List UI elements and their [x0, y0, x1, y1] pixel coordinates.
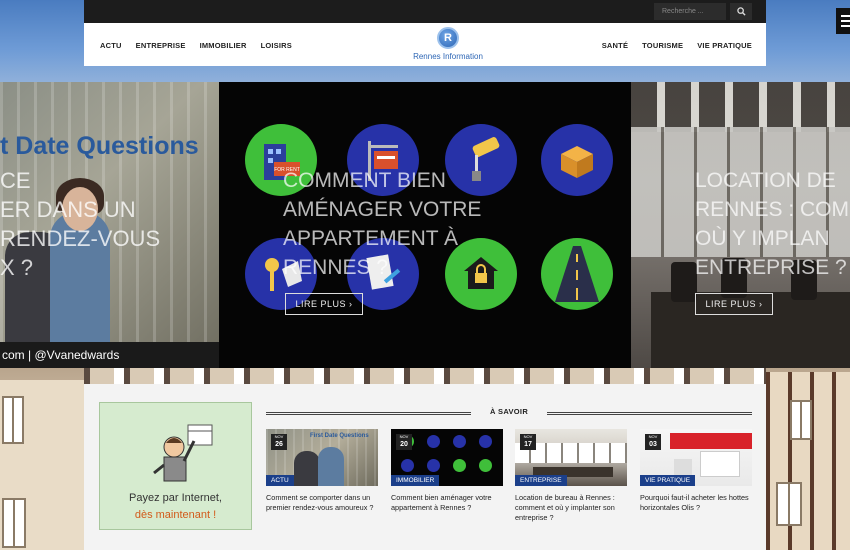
search-input[interactable]: Recherche ... [654, 3, 726, 20]
category-tag[interactable]: ACTU [266, 475, 294, 486]
logo-badge: R [437, 27, 459, 49]
ad-text-line1: Payez par Internet, [129, 492, 222, 504]
article-thumbnail[interactable]: NOV 03 VIE PRATIQUE [640, 429, 752, 486]
hamburger-icon [841, 15, 850, 17]
article-title-link[interactable]: Location de bureau à Rennes : comment et… [515, 493, 627, 523]
article-thumbnail[interactable]: NOV 20 IMMOBILIER [391, 429, 503, 486]
featured-slider: t Date Questions CE ER DANS UN RENDEZ-VO… [0, 82, 850, 368]
article-title-link[interactable]: Comment se comporter dans un premier ren… [266, 493, 378, 513]
article-thumbnail[interactable]: First Date Questions NOV 26 ACTU [266, 429, 378, 486]
slide-appartement[interactable]: FOR RENT COMMENT BIEN AMÉNAGER VOTRE APP… [219, 82, 631, 368]
article-title-link[interactable]: Comment bien aménager votre appartement … [391, 493, 503, 513]
section-header: À SAVOIR [266, 406, 752, 420]
slide-title: LOCATION DE RENNES : COM OÙ Y IMPLAN ENT… [695, 169, 850, 279]
article-title-link[interactable]: Pourquoi faut-il acheter les hottes hori… [640, 493, 752, 513]
article-card[interactable]: First Date Questions NOV 26 ACTU Comment … [266, 429, 378, 513]
slide-bureau[interactable]: LOCATION DE RENNES : COM OÙ Y IMPLAN ENT… [631, 82, 850, 368]
main-navigation: ACTU ENTREPRISE IMMOBILIER LOISIRS R Ren… [84, 23, 766, 66]
section-title: À SAVOIR [489, 407, 529, 416]
date-badge: NOV 17 [520, 434, 536, 450]
background-building-left [0, 380, 84, 550]
site-logo[interactable]: R Rennes Information [409, 27, 487, 61]
ad-text-line2: dès maintenant ! [134, 509, 217, 521]
article-thumbnail[interactable]: NOV 17 ENTREPRISE [515, 429, 627, 486]
category-tag[interactable]: ENTREPRISE [515, 475, 567, 486]
chevron-right-icon: › [759, 299, 763, 309]
menu-toggle-button[interactable] [836, 8, 850, 34]
nav-item-entreprise[interactable]: ENTREPRISE [136, 41, 186, 50]
logo-text: Rennes Information [413, 52, 483, 61]
slide-title: COMMENT BIEN AMÉNAGER VOTRE APPARTEMENT … [283, 169, 482, 279]
nav-item-loisirs[interactable]: LOISIRS [261, 41, 292, 50]
photo-credit: com | @Vvanedwards [0, 342, 219, 368]
top-bar: Recherche ... [84, 0, 766, 23]
ad-banner[interactable]: Payez par Internet, dès maintenant ! [99, 402, 252, 530]
read-more-button[interactable]: LIRE PLUS › [285, 293, 363, 315]
nav-item-sante[interactable]: SANTÉ [602, 41, 628, 50]
chevron-right-icon: › [349, 299, 353, 309]
date-badge: NOV 26 [271, 434, 287, 450]
article-card[interactable]: NOV 20 IMMOBILIER Comment bien aménager v… [391, 429, 503, 513]
nav-item-immobilier[interactable]: IMMOBILIER [200, 41, 247, 50]
box-icon [541, 124, 613, 196]
read-more-button[interactable]: LIRE PLUS › [695, 293, 773, 315]
nav-item-actu[interactable]: ACTU [100, 41, 122, 50]
date-badge: NOV 20 [396, 434, 412, 450]
road-icon [541, 238, 613, 310]
slide-title: CE ER DANS UN RENDEZ-VOUS X ? [0, 168, 161, 280]
search-icon [736, 7, 746, 16]
content-panel: Payez par Internet, dès maintenant ! À S… [84, 384, 766, 550]
background-rooftops [84, 368, 766, 384]
person-calendar-icon [153, 424, 213, 482]
background-building-right [766, 372, 850, 550]
category-tag[interactable]: VIE PRATIQUE [640, 475, 696, 486]
article-card[interactable]: NOV 17 ENTREPRISE Location de bureau à Re… [515, 429, 627, 523]
date-badge: NOV 03 [645, 434, 661, 450]
search-button[interactable] [730, 3, 752, 20]
category-tag[interactable]: IMMOBILIER [391, 475, 440, 486]
slide-dating[interactable]: t Date Questions CE ER DANS UN RENDEZ-VO… [0, 82, 219, 368]
nav-item-tourisme[interactable]: TOURISME [642, 41, 683, 50]
slide-image-headline: t Date Questions [0, 132, 199, 160]
article-card[interactable]: NOV 03 VIE PRATIQUE Pourquoi faut-il ache… [640, 429, 752, 513]
nav-item-vie-pratique[interactable]: VIE PRATIQUE [697, 41, 752, 50]
